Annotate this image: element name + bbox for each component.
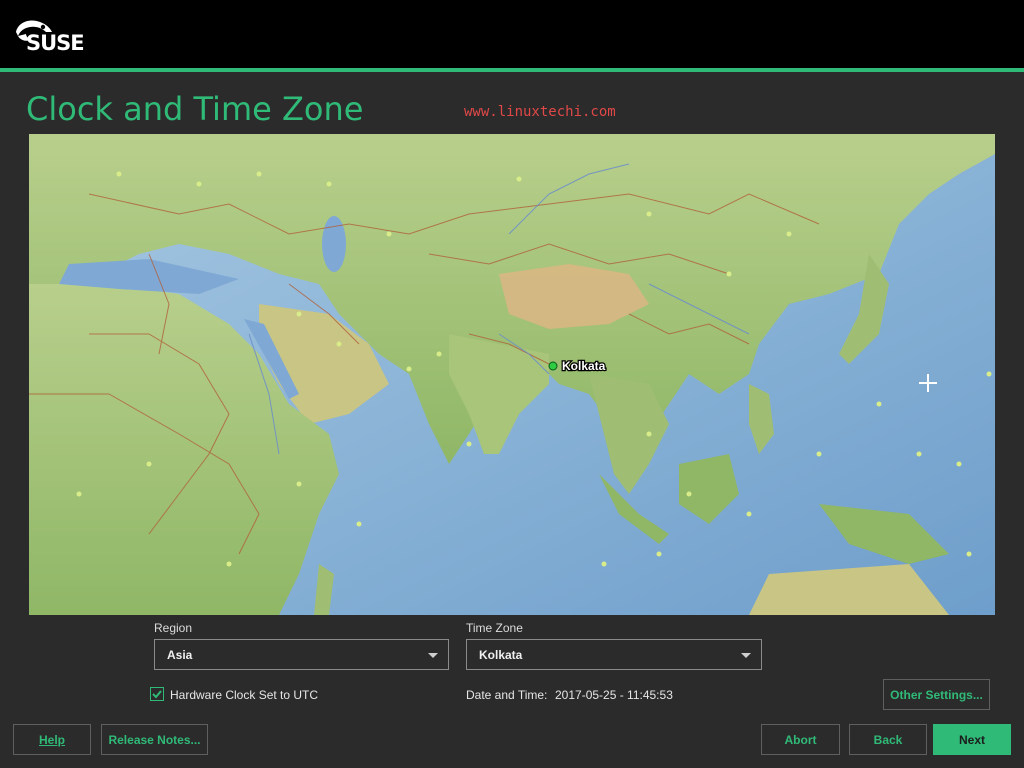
release-notes-button[interactable]: Release Notes... (101, 724, 208, 755)
next-button[interactable]: Next (933, 724, 1011, 755)
region-combobox[interactable]: Asia (154, 639, 449, 670)
hardware-clock-checkbox[interactable] (150, 687, 164, 701)
back-button[interactable]: Back (849, 724, 927, 755)
abort-button[interactable]: Abort (761, 724, 840, 755)
selected-city-label: Kolkata (562, 359, 606, 373)
other-settings-button[interactable]: Other Settings... (883, 679, 990, 710)
page-title: Clock and Time Zone (26, 90, 364, 128)
hardware-clock-label[interactable]: Hardware Clock Set to UTC (170, 688, 318, 702)
region-value: Asia (167, 647, 193, 662)
date-time-label: Date and Time: (466, 688, 548, 702)
timezone-value: Kolkata (479, 647, 523, 662)
brand-logo-text: SUSE (26, 31, 85, 55)
chevron-down-icon (428, 653, 438, 658)
date-time-value: 2017-05-25 - 11:45:53 (555, 688, 673, 702)
watermark-text: www.linuxtechi.com (464, 104, 616, 120)
chevron-down-icon (741, 653, 751, 658)
help-button[interactable]: Help (13, 724, 91, 755)
timezone-combobox[interactable]: Kolkata (466, 639, 762, 670)
header-bar: SUSE (0, 0, 1024, 68)
help-button-label: Help (38, 732, 65, 747)
timezone-label: Time Zone (466, 621, 523, 635)
timezone-map[interactable]: Kolkata (29, 134, 995, 615)
header-accent-line (0, 68, 1024, 72)
caspian-sea (322, 216, 346, 272)
region-label: Region (154, 621, 193, 635)
selected-city-marker (548, 361, 558, 371)
world-map-graphic[interactable]: Kolkata (29, 134, 995, 615)
checkmark-icon (152, 690, 162, 699)
